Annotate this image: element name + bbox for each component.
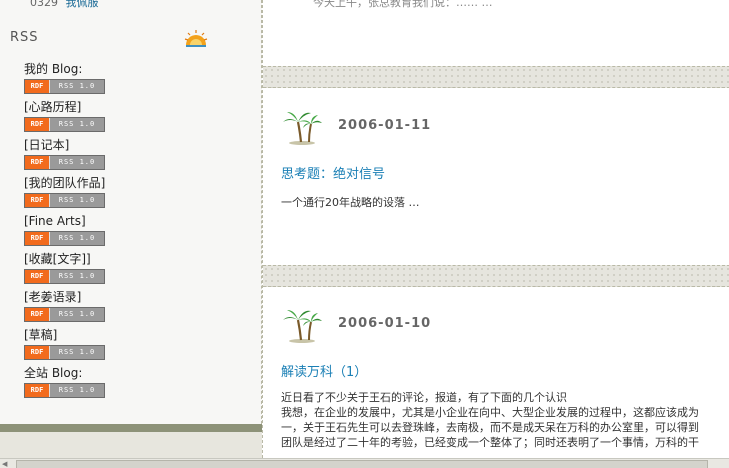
post-body-line: 近日看了不少关于王石的评论，报道，有了下面的几个认识 [281, 391, 567, 404]
rdf-tag: RDF [25, 270, 49, 283]
rss-badge-link[interactable]: RDF RSS 1.0 [24, 117, 105, 132]
rdf-tag: RDF [25, 118, 49, 131]
rss-version-tag: RSS 1.0 [49, 156, 104, 169]
rdf-tag: RDF [25, 80, 49, 93]
rss-version-tag: RSS 1.0 [49, 270, 104, 283]
rss-version-tag: RSS 1.0 [49, 80, 104, 93]
rss-version-tag: RSS 1.0 [49, 232, 104, 245]
horizontal-scrollbar[interactable]: ◀ [0, 458, 729, 468]
rdf-tag: RDF [25, 232, 49, 245]
sidebar-base [0, 432, 262, 458]
feed-label: [老姜语录] [24, 290, 82, 304]
feed-label: [心路历程] [24, 100, 82, 114]
sidebar-top-link[interactable]: 我佩服 [66, 0, 99, 9]
rdf-tag: RDF [25, 308, 49, 321]
feed-label: 我的 Blog: [24, 62, 83, 76]
rss-badge-link[interactable]: RDF RSS 1.0 [24, 345, 105, 360]
feed-label: [收藏[文字]] [24, 252, 91, 266]
post-date: 2006-01-11 [338, 118, 432, 133]
rss-heading: RSS [10, 30, 39, 45]
rss-badge-link[interactable]: RDF RSS 1.0 [24, 269, 105, 284]
rss-version-tag: RSS 1.0 [49, 308, 104, 321]
sidebar-top-entry: 0329 我佩服 [30, 0, 99, 10]
main-content: 今天上午，张总教育我们说：…… … 2006-01-11 思考题：绝对信号 一个… [262, 0, 729, 458]
page: 0329 我佩服 RSS 我的 Blog: RDF RSS 1.0 [心路历程] … [0, 0, 729, 468]
feed-label: [日记本] [24, 138, 70, 152]
feed-my-blog: 我的 Blog: RDF RSS 1.0 [24, 62, 105, 94]
feed-category-7: [草稿] RDF RSS 1.0 [24, 328, 105, 360]
post-divider [263, 265, 729, 287]
sidebar: 0329 我佩服 RSS 我的 Blog: RDF RSS 1.0 [心路历程] … [0, 0, 262, 424]
scrollbar-thumb[interactable] [16, 460, 708, 468]
rdf-tag: RDF [25, 384, 49, 397]
post-date: 2006-01-10 [338, 316, 432, 331]
post-divider [263, 66, 729, 88]
palm-tree-icon [283, 310, 322, 343]
rss-badge-link[interactable]: RDF RSS 1.0 [24, 307, 105, 322]
post-excerpt: 一个通行20年战略的设落 … [281, 196, 420, 209]
rss-badge-link[interactable]: RDF RSS 1.0 [24, 383, 105, 398]
rss-badge-link[interactable]: RDF RSS 1.0 [24, 155, 105, 170]
post-body-line: 我想，在企业的发展中，尤其是小企业在向中、大型企业发展的过程中，这都应该成为 [281, 406, 699, 419]
post-title-link[interactable]: 解读万科（1） [281, 361, 367, 380]
feed-category-6: [老姜语录] RDF RSS 1.0 [24, 290, 105, 322]
feed-category-3: [我的团队作品] RDF RSS 1.0 [24, 176, 105, 208]
rss-badge-link[interactable]: RDF RSS 1.0 [24, 231, 105, 246]
rss-version-tag: RSS 1.0 [49, 346, 104, 359]
sidebar-top-date: 0329 [30, 0, 58, 9]
sunrise-logo-icon [184, 30, 208, 47]
feed-site-blog: 全站 Blog: RDF RSS 1.0 [24, 366, 105, 398]
scroll-left-arrow-icon[interactable]: ◀ [2, 460, 12, 468]
post-body-line: 一，关于王石先生可以去登珠峰，去南极，而不是成天呆在万科的办公室里，可以得到 [281, 421, 699, 434]
rdf-tag: RDF [25, 194, 49, 207]
rdf-tag: RDF [25, 346, 49, 359]
feed-category-5: [收藏[文字]] RDF RSS 1.0 [24, 252, 105, 284]
rss-version-tag: RSS 1.0 [49, 118, 104, 131]
feed-label: [草稿] [24, 328, 58, 342]
feed-label: 全站 Blog: [24, 366, 83, 380]
feed-label: [我的团队作品] [24, 176, 106, 190]
rss-badge-link[interactable]: RDF RSS 1.0 [24, 79, 105, 94]
post-title-link[interactable]: 思考题：绝对信号 [281, 163, 385, 182]
feed-category-2: [日记本] RDF RSS 1.0 [24, 138, 105, 170]
rss-version-tag: RSS 1.0 [49, 194, 104, 207]
feed-category-4: [Fine Arts] RDF RSS 1.0 [24, 214, 105, 246]
previous-post-excerpt: 今天上午，张总教育我们说：…… … [313, 0, 493, 9]
post-body: 近日看了不少关于王石的评论，报道，有了下面的几个认识 我想，在企业的发展中，尤其… [281, 390, 729, 450]
sidebar-footer-bar [0, 424, 262, 432]
feed-category-1: [心路历程] RDF RSS 1.0 [24, 100, 105, 132]
palm-tree-icon [283, 112, 322, 145]
post-body-line: 团队是经过了二十年的考验，已经变成一个整体了；同时还表明了一个事情，万科的干 [281, 436, 699, 449]
rss-version-tag: RSS 1.0 [49, 384, 104, 397]
feed-label: [Fine Arts] [24, 214, 86, 228]
rdf-tag: RDF [25, 156, 49, 169]
rss-badge-link[interactable]: RDF RSS 1.0 [24, 193, 105, 208]
